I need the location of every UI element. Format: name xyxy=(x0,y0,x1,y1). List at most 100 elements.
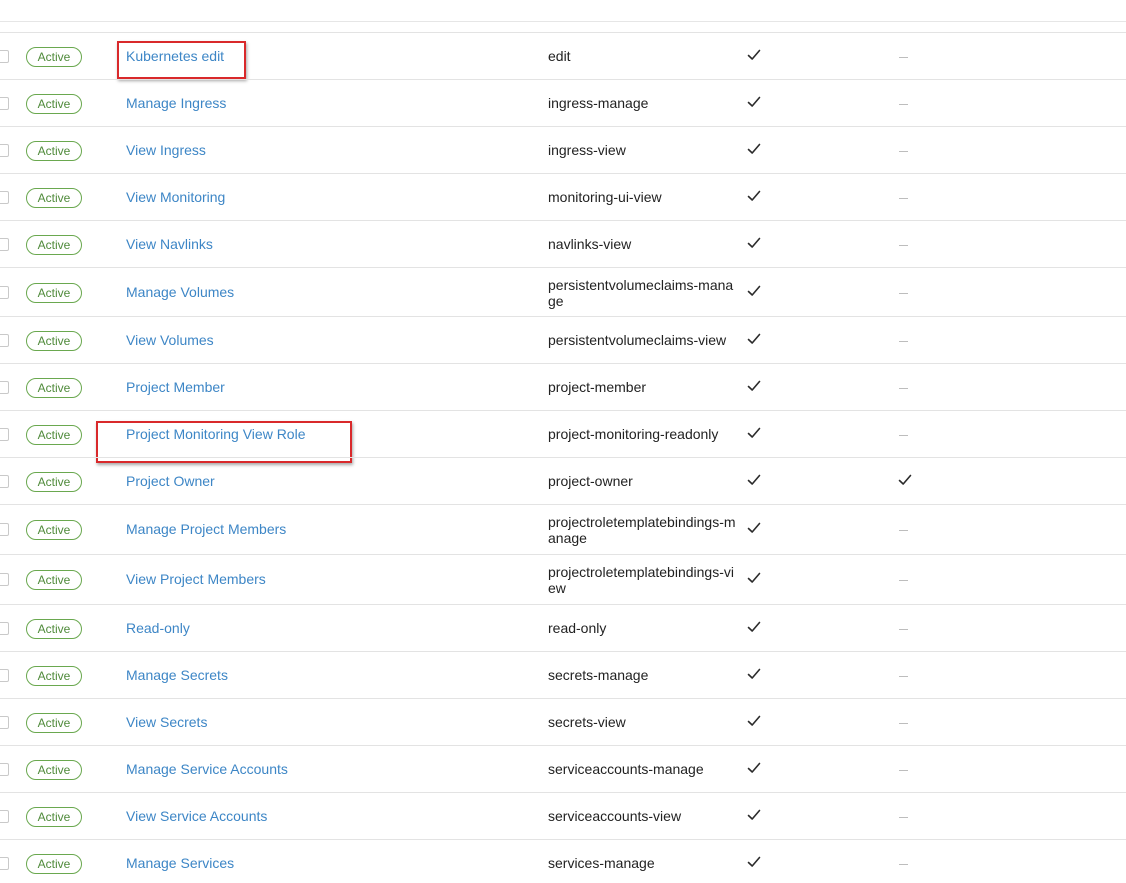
table-row: Active Manage Ingress ingress-manage xyxy=(0,79,1126,126)
table-row: Active Manage Secrets secrets-manage xyxy=(0,651,1126,698)
role-name-link[interactable]: Manage Service Accounts xyxy=(126,761,288,777)
role-name-link[interactable]: Manage Secrets xyxy=(126,667,228,683)
role-name-link[interactable]: View Navlinks xyxy=(126,236,213,252)
table-row: Active Project Member project-member xyxy=(0,363,1126,410)
table-row: Active Project Monitoring View Role projec… xyxy=(0,410,1126,463)
dash-icon xyxy=(899,388,908,389)
row-select-checkbox[interactable] xyxy=(0,428,9,441)
status-badge: Active xyxy=(26,713,82,733)
role-id-text: project-monitoring-readonly xyxy=(548,426,719,442)
role-name-link[interactable]: View Project Members xyxy=(126,571,266,587)
row-select-checkbox[interactable] xyxy=(0,810,9,823)
role-id-text: secrets-manage xyxy=(548,667,649,683)
dash-icon xyxy=(899,151,908,152)
row-select-checkbox[interactable] xyxy=(0,523,9,536)
dash-icon xyxy=(899,57,908,58)
role-name-link[interactable]: Manage Volumes xyxy=(126,284,234,300)
table-row: Active Manage Project Members projectrolet… xyxy=(0,504,1126,554)
role-name-link[interactable]: Manage Services xyxy=(126,855,234,871)
role-id-text: read-only xyxy=(548,620,607,636)
status-badge: Active xyxy=(26,47,82,67)
table-row: Active Manage Services services-manage xyxy=(0,839,1126,883)
row-select-checkbox[interactable] xyxy=(0,381,9,394)
role-name-link[interactable]: Read-only xyxy=(126,620,190,636)
role-id-text: services-manage xyxy=(548,855,655,871)
check-icon xyxy=(746,807,762,823)
check-icon xyxy=(746,619,762,635)
row-select-checkbox[interactable] xyxy=(0,191,9,204)
role-name-link[interactable]: Project Member xyxy=(126,379,225,395)
check-icon xyxy=(746,378,762,394)
row-select-checkbox[interactable] xyxy=(0,286,9,299)
dash-icon xyxy=(899,676,908,677)
role-name-link[interactable]: View Volumes xyxy=(126,332,214,348)
role-id-text: projectroletemplatebindings-manage xyxy=(548,514,736,546)
role-id-text: edit xyxy=(548,48,571,64)
row-select-checkbox[interactable] xyxy=(0,857,9,870)
status-badge: Active xyxy=(26,570,82,590)
role-name-link[interactable]: Project Monitoring View Role xyxy=(126,426,306,442)
role-id-text: navlinks-view xyxy=(548,236,632,252)
row-select-checkbox[interactable] xyxy=(0,763,9,776)
dash-icon xyxy=(899,104,908,105)
check-icon xyxy=(746,760,762,776)
check-icon xyxy=(746,188,762,204)
row-select-checkbox[interactable] xyxy=(0,238,9,251)
check-icon xyxy=(746,854,762,870)
row-select-checkbox[interactable] xyxy=(0,50,9,63)
table-row: Active Read-only read-only xyxy=(0,604,1126,651)
table-row: Active Kubernetes edit edit xyxy=(0,32,1126,79)
row-select-checkbox[interactable] xyxy=(0,144,9,157)
status-badge: Active xyxy=(26,188,82,208)
role-name-link[interactable]: View Secrets xyxy=(126,714,207,730)
status-badge: Active xyxy=(26,854,82,874)
role-name-link[interactable]: View Ingress xyxy=(126,142,206,158)
role-name-link[interactable]: Project Owner xyxy=(126,473,215,489)
row-select-checkbox[interactable] xyxy=(0,573,9,586)
row-select-checkbox[interactable] xyxy=(0,622,9,635)
table-row: Active Manage Service Accounts serviceacco… xyxy=(0,745,1126,792)
dash-icon xyxy=(899,864,908,865)
check-icon xyxy=(746,666,762,682)
table-top-divider xyxy=(0,21,1126,22)
dash-icon xyxy=(899,580,908,581)
check-icon xyxy=(746,235,762,251)
role-name-link[interactable]: Manage Project Members xyxy=(126,521,286,537)
table-row: Active View Volumes persistentvolumeclaims… xyxy=(0,316,1126,363)
check-icon xyxy=(746,713,762,729)
role-name-link[interactable]: View Monitoring xyxy=(126,189,225,205)
status-badge: Active xyxy=(26,807,82,827)
status-badge: Active xyxy=(26,425,82,445)
role-id-text: projectroletemplatebindings-view xyxy=(548,564,734,596)
check-icon xyxy=(746,520,762,536)
dash-icon xyxy=(899,245,908,246)
check-icon xyxy=(746,472,762,488)
dash-icon xyxy=(899,435,908,436)
status-badge: Active xyxy=(26,331,82,351)
role-id-text: project-member xyxy=(548,379,647,395)
role-name-link[interactable]: Manage Ingress xyxy=(126,95,226,111)
check-icon xyxy=(897,472,913,488)
table-row: Active View Project Members projectroletem… xyxy=(0,554,1126,604)
row-select-checkbox[interactable] xyxy=(0,334,9,347)
row-select-checkbox[interactable] xyxy=(0,475,9,488)
role-id-text: ingress-view xyxy=(548,142,626,158)
check-icon xyxy=(746,141,762,157)
status-badge: Active xyxy=(26,520,82,540)
check-icon xyxy=(746,425,762,441)
table-row: Active Project Owner project-owner xyxy=(0,457,1126,504)
role-id-text: serviceaccounts-view xyxy=(548,808,682,824)
role-id-text: persistentvolumeclaims-manage xyxy=(548,277,734,309)
table-row: Active Manage Volumes persistentvolumeclai… xyxy=(0,267,1126,316)
row-select-checkbox[interactable] xyxy=(0,669,9,682)
role-name-link[interactable]: View Service Accounts xyxy=(126,808,267,824)
row-select-checkbox[interactable] xyxy=(0,716,9,729)
row-select-checkbox[interactable] xyxy=(0,97,9,110)
dash-icon xyxy=(899,293,908,294)
role-id-text: persistentvolumeclaims-view xyxy=(548,332,727,348)
table-row: Active View Navlinks navlinks-view xyxy=(0,220,1126,267)
dash-icon xyxy=(899,198,908,199)
check-icon xyxy=(746,331,762,347)
role-name-link[interactable]: Kubernetes edit xyxy=(126,48,224,64)
role-id-text: monitoring-ui-view xyxy=(548,189,662,205)
